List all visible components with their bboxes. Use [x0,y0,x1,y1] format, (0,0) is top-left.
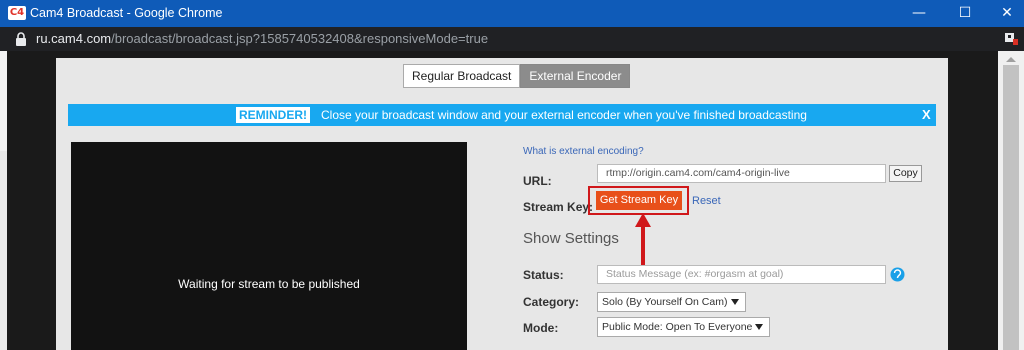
url-field[interactable]: rtmp://origin.cam4.com/cam4-origin-live [597,164,886,183]
arrow-up-icon [635,213,651,265]
status-message-input[interactable]: Status Message (ex: #orgasm at goal) [597,265,886,284]
copy-button[interactable]: Copy [889,165,922,182]
get-stream-key-button[interactable]: Get Stream Key [596,191,682,210]
broadcast-dialog: Regular Broadcast External Encoder REMIN… [56,58,948,350]
url-host: ru.cam4.com [36,31,112,46]
tab-external-encoder[interactable]: External Encoder [520,64,631,88]
reminder-message: Close your broadcast window and your ext… [321,108,807,122]
vertical-scrollbar[interactable] [998,51,1024,350]
mode-select[interactable]: Public Mode: Open To Everyone [597,317,770,337]
page-viewport: Regular Broadcast External Encoder REMIN… [0,51,1024,350]
category-label: Category: [523,295,580,309]
background-strip [0,51,7,151]
url-path: /broadcast/broadcast.jsp?1585740532408&r… [111,31,489,46]
reminder-close-button[interactable]: X [922,106,931,124]
cam4-favicon-icon: C4 [8,6,26,20]
broadcast-tabs: Regular Broadcast External Encoder [403,64,631,88]
url-label: URL: [523,174,552,188]
reminder-badge: REMINDER! [236,107,310,123]
background-strip [0,151,7,350]
category-select[interactable]: Solo (By Yourself On Cam) [597,292,746,312]
chevron-down-icon [731,299,739,305]
lock-icon [16,32,26,46]
reset-link[interactable]: Reset [692,195,721,207]
reminder-banner: REMINDER! Close your broadcast window an… [68,104,936,126]
tab-regular-broadcast[interactable]: Regular Broadcast [403,64,521,88]
waiting-message: Waiting for stream to be published [178,277,360,291]
window-title-bar: C4 Cam4 Broadcast - Google Chrome — ☐ ✕ [0,0,1024,27]
mode-label: Mode: [523,321,559,335]
chevron-down-icon [755,324,763,330]
status-label: Status: [523,268,564,282]
mode-value: Public Mode: Open To Everyone [602,321,753,333]
address-url[interactable]: ru.cam4.com/broadcast/broadcast.jsp?1585… [36,31,488,47]
info-icon[interactable] [890,267,905,282]
scrollbar-thumb[interactable] [1003,65,1019,350]
show-settings-heading: Show Settings [523,230,619,247]
close-window-button[interactable]: ✕ [984,0,1024,27]
maximize-button[interactable]: ☐ [942,0,988,27]
video-preview: Waiting for stream to be published [71,142,467,350]
what-is-external-encoding-link[interactable]: What is external encoding? [523,146,644,158]
stream-key-label: Stream Key: [523,200,594,214]
minimize-button[interactable]: — [896,0,942,27]
address-bar[interactable]: ru.cam4.com/broadcast/broadcast.jsp?1585… [0,27,1024,51]
category-value: Solo (By Yourself On Cam) [602,296,728,308]
extension-icon[interactable] [1004,31,1018,45]
window-title: Cam4 Broadcast - Google Chrome [30,6,223,20]
scroll-up-icon[interactable] [1006,57,1016,62]
